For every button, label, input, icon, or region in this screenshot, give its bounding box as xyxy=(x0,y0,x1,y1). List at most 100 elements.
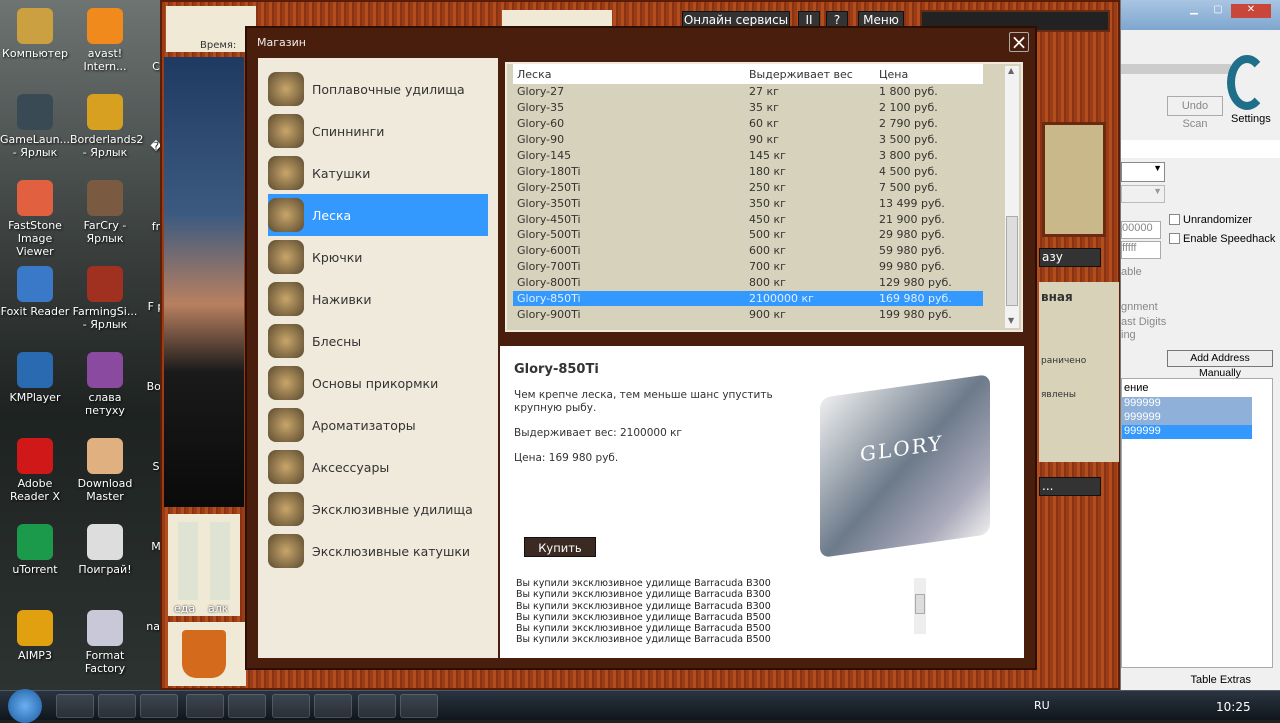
scroll-up-icon[interactable]: ▲ xyxy=(1008,66,1014,75)
game-taskbar-icon[interactable] xyxy=(272,694,310,718)
desktop-icon[interactable]: Компьютер xyxy=(0,8,70,60)
desktop-icon-label: Download Master xyxy=(77,477,133,503)
category-item[interactable]: Аксессуары xyxy=(268,446,488,488)
table-row[interactable]: Glory-850Ti 2100000 кг 169 980 руб. xyxy=(513,290,983,307)
scroll-down-icon[interactable]: ▼ xyxy=(1008,316,1014,325)
desktop-icon[interactable]: GameLaun... - Ярлык xyxy=(0,94,70,159)
last-digits-label[interactable]: ast Digits xyxy=(1121,316,1166,328)
table-row[interactable]: Glory-35 35 кг 2 100 руб. xyxy=(513,100,983,116)
food-label: еда xyxy=(174,602,196,615)
log-scrollbar[interactable] xyxy=(914,578,926,634)
cheat-engine-logo-icon[interactable] xyxy=(1227,55,1267,110)
opera-taskbar-icon[interactable] xyxy=(186,694,224,718)
address-row[interactable]: 999999 xyxy=(1122,425,1252,439)
category-item[interactable]: Крючки xyxy=(268,236,488,278)
table-row[interactable]: Glory-27 27 кг 1 800 руб. xyxy=(513,84,983,100)
category-label: Поплавочные удилища xyxy=(312,81,465,97)
unrandomizer-checkbox[interactable] xyxy=(1169,214,1180,225)
table-row[interactable]: Glory-250Ti 250 кг 7 500 руб. xyxy=(513,179,983,195)
desktop-icon[interactable]: FarmingSi... - Ярлык xyxy=(70,266,140,331)
right-button-1[interactable]: азу xyxy=(1039,248,1101,267)
desktop-icon[interactable]: avast! Intern... xyxy=(70,8,140,73)
category-item[interactable]: Основы прикормки xyxy=(268,362,488,404)
right-button-2[interactable]: ... xyxy=(1039,477,1101,496)
column-header-line[interactable]: Леска xyxy=(513,64,745,84)
desktop-icon[interactable]: Поиграй! xyxy=(70,524,140,576)
maximize-icon[interactable]: ▢ xyxy=(1207,4,1229,18)
table-row[interactable]: Glory-180Ti 180 кг 4 500 руб. xyxy=(513,163,983,179)
line-name: Glory-350Ti xyxy=(517,196,581,210)
close-button[interactable]: × xyxy=(1009,32,1029,52)
desktop-icon[interactable]: uTorrent xyxy=(0,524,70,576)
category-item[interactable]: Эксклюзивные удилища xyxy=(268,488,488,530)
desktop-icon[interactable]: Download Master xyxy=(70,438,140,503)
table-row[interactable]: Glory-90 90 кг 3 500 руб. xyxy=(513,132,983,148)
desktop-icon-label: FastStone Image Viewer xyxy=(8,219,62,258)
category-item[interactable]: Леска xyxy=(268,194,488,236)
table-row[interactable]: Glory-900Ti 900 кг 199 980 руб. xyxy=(513,306,983,322)
scan-type-select[interactable]: ▼ xyxy=(1121,162,1165,182)
line-weight: 500 кг xyxy=(749,228,786,242)
category-item[interactable]: Ароматизаторы xyxy=(268,404,488,446)
buy-button[interactable]: Купить xyxy=(524,537,596,557)
log-scroll-thumb[interactable] xyxy=(915,594,925,614)
scroll-thumb[interactable] xyxy=(1006,216,1018,306)
ie-taskbar-icon[interactable] xyxy=(56,694,94,718)
table-row[interactable]: Glory-600Ti 600 кг 59 980 руб. xyxy=(513,243,983,259)
column-header-weight[interactable]: Выдерживает вес xyxy=(745,64,875,84)
language-indicator[interactable]: RU xyxy=(1034,699,1050,712)
desktop-icon[interactable]: FastStone Image Viewer xyxy=(0,180,70,258)
value-input[interactable] xyxy=(1121,140,1280,158)
pause-scan-label[interactable]: ing xyxy=(1121,329,1136,341)
table-row[interactable]: Glory-800Ti 800 кг 129 980 руб. xyxy=(513,275,983,291)
speedhack-checkbox[interactable] xyxy=(1169,233,1180,244)
table-row[interactable]: Glory-350Ti 350 кг 13 499 руб. xyxy=(513,195,983,211)
window-close-icon[interactable]: ✕ xyxy=(1231,4,1271,18)
bucket-panel[interactable] xyxy=(168,622,246,686)
table-scrollbar[interactable]: ▲ ▼ xyxy=(1005,66,1019,328)
desktop-icon[interactable]: Adobe Reader X xyxy=(0,438,70,503)
start-address[interactable]: 00000 xyxy=(1121,221,1161,239)
alignment-label[interactable]: gnment xyxy=(1121,301,1158,313)
undo-scan-button[interactable]: Undo Scan xyxy=(1167,96,1223,130)
value-type-select[interactable]: ▼ xyxy=(1121,185,1165,203)
address-row[interactable]: 999999 xyxy=(1122,397,1252,411)
app-taskbar-icon[interactable] xyxy=(228,694,266,718)
category-item[interactable]: Спиннинги xyxy=(268,110,488,152)
category-item[interactable]: Катушки xyxy=(268,152,488,194)
category-item[interactable]: Поплавочные удилища xyxy=(268,68,488,110)
desktop-icon[interactable]: FarCry - Ярлык xyxy=(70,180,140,245)
column-header-price[interactable]: Цена xyxy=(875,64,983,84)
settings-label[interactable]: Settings xyxy=(1231,113,1271,125)
desktop-icon[interactable]: Borderlands2 - Ярлык xyxy=(70,94,143,159)
media-player-taskbar-icon[interactable] xyxy=(140,694,178,718)
app2-taskbar-icon[interactable] xyxy=(358,694,396,718)
tools-taskbar-icon[interactable] xyxy=(314,694,352,718)
desktop-icon[interactable]: Format Factory xyxy=(70,610,140,675)
desktop-icon[interactable]: AIMP3 xyxy=(0,610,70,662)
table-row[interactable]: Glory-60 60 кг 2 790 руб. xyxy=(513,116,983,132)
column-value-header[interactable]: ение xyxy=(1122,379,1272,397)
table-row[interactable]: Glory-450Ti 450 кг 21 900 руб. xyxy=(513,211,983,227)
clock[interactable]: 10:25 xyxy=(1216,700,1251,714)
cheat-engine-taskbar-icon[interactable] xyxy=(400,694,438,718)
line-weight: 700 кг xyxy=(749,260,786,274)
category-item[interactable]: Блесны xyxy=(268,320,488,362)
desktop-icon[interactable]: слава петуху xyxy=(70,352,140,417)
category-item[interactable]: Наживки xyxy=(268,278,488,320)
desktop-icon[interactable]: Foxit Reader xyxy=(0,266,70,318)
add-address-button[interactable]: Add Address Manually xyxy=(1167,350,1273,379)
stop-address[interactable]: fffff xyxy=(1121,241,1161,259)
category-item[interactable]: Эксклюзивные катушки xyxy=(268,530,488,572)
address-row[interactable]: 999999 xyxy=(1122,411,1252,425)
table-row[interactable]: Glory-500Ti 500 кг 29 980 руб. xyxy=(513,227,983,243)
desktop-icon[interactable]: KMPlayer xyxy=(0,352,70,404)
map-icon[interactable] xyxy=(1042,122,1106,237)
table-row[interactable]: Glory-700Ti 700 кг 99 980 руб. xyxy=(513,259,983,275)
table-extras[interactable]: Table Extras xyxy=(1121,670,1280,690)
start-button[interactable] xyxy=(8,689,42,723)
table-row[interactable]: Glory-145 145 кг 3 800 руб. xyxy=(513,148,983,164)
writable-label[interactable]: able xyxy=(1121,266,1142,278)
minimize-icon[interactable]: ▁ xyxy=(1183,4,1205,18)
explorer-taskbar-icon[interactable] xyxy=(98,694,136,718)
